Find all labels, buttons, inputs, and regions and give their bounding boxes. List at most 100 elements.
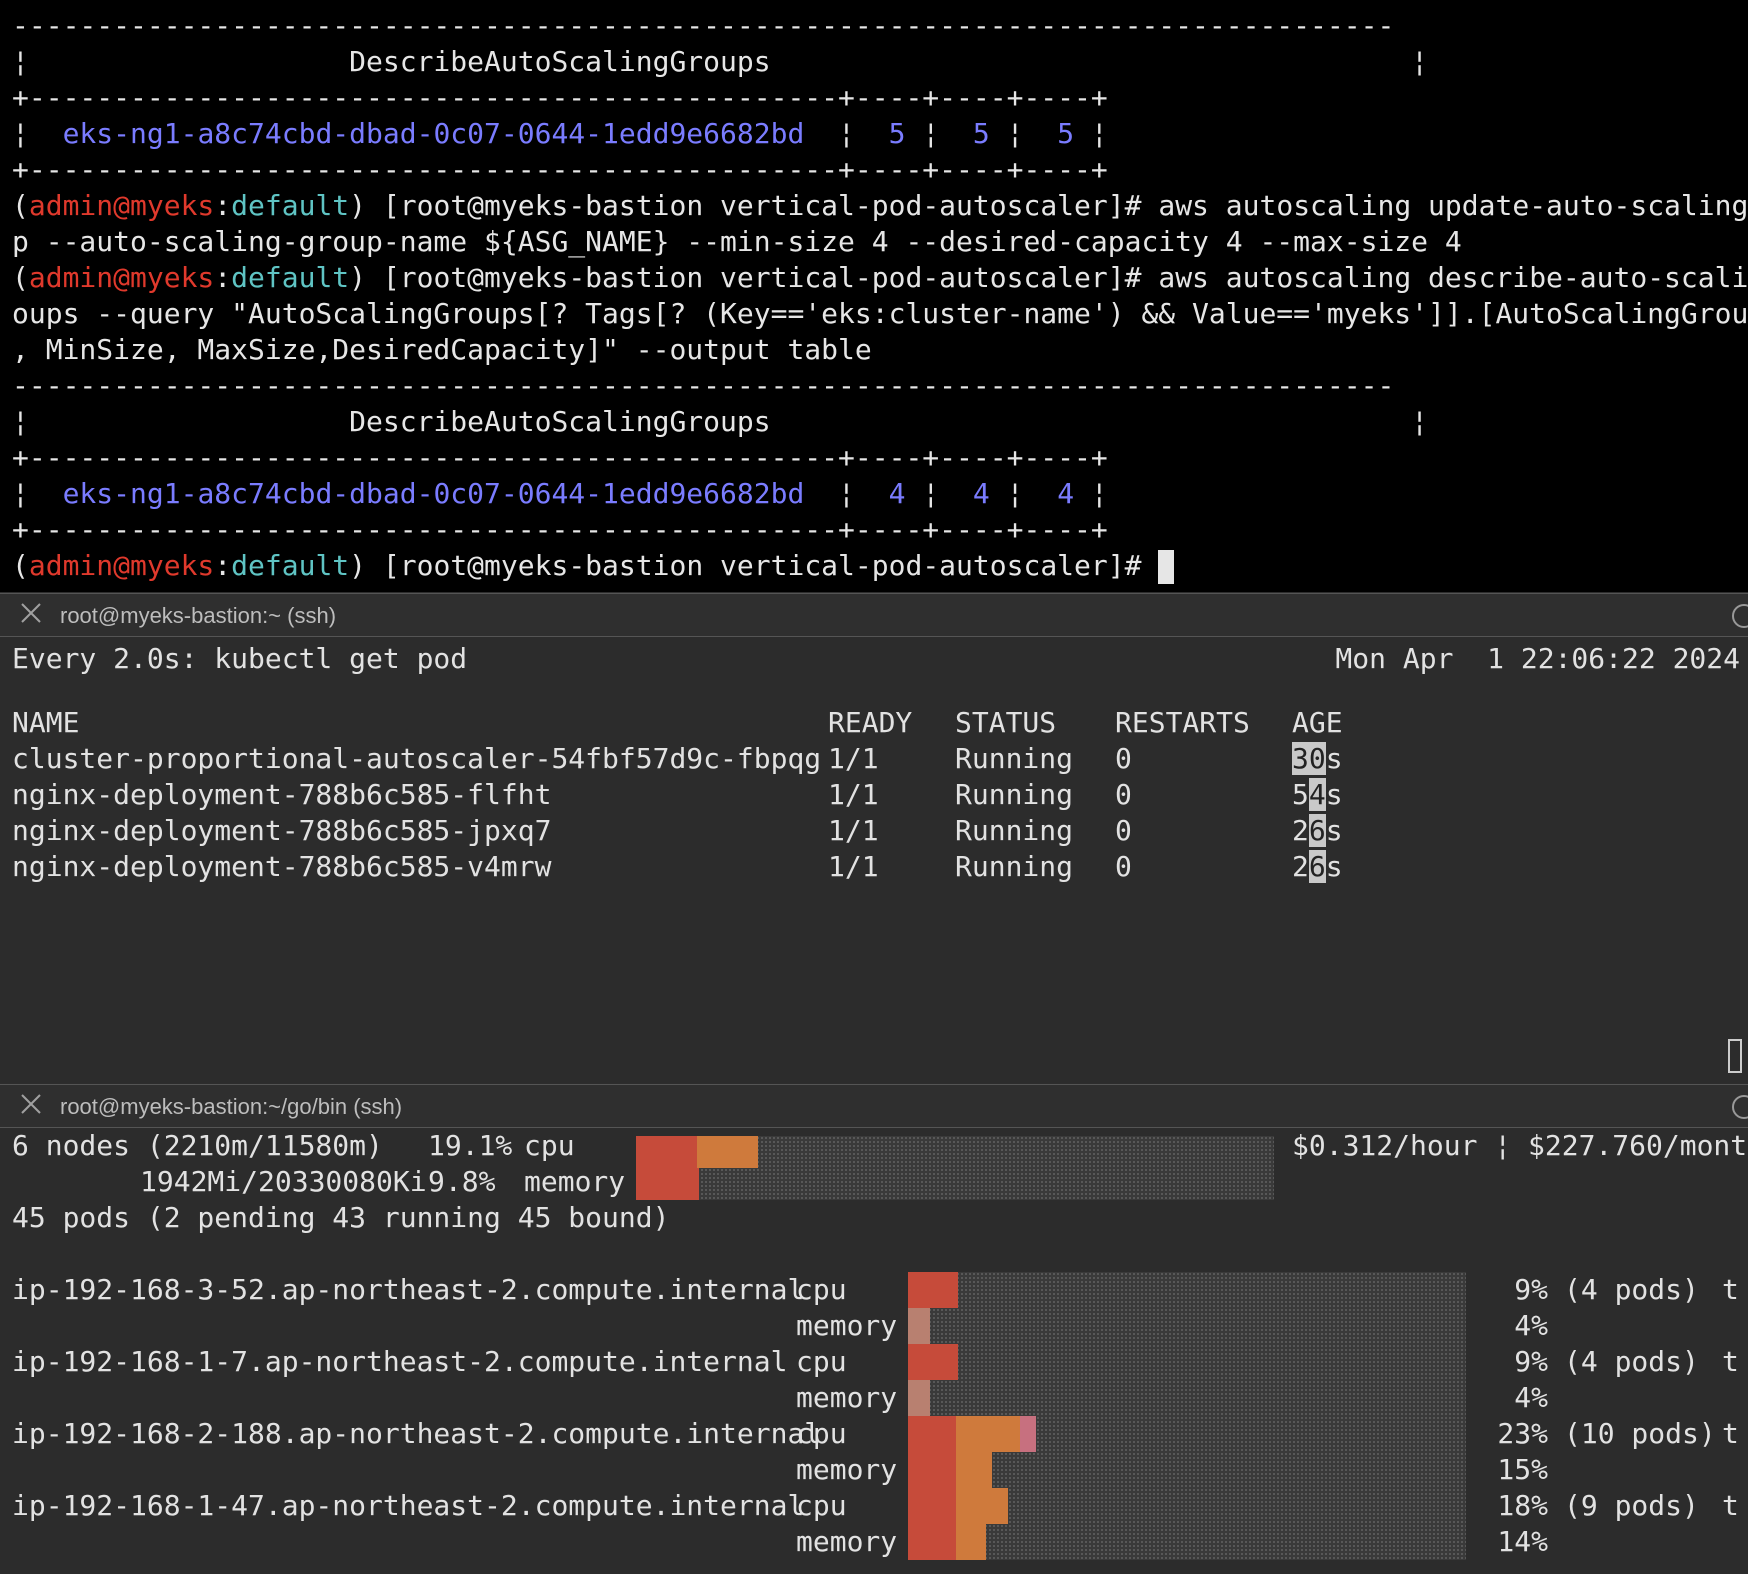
prompt-colon: :: [214, 261, 232, 294]
pod-ready: 1/1: [828, 850, 879, 883]
prompt-line: (admin@myeks:default) [root@myeks-bastio…: [12, 188, 1748, 224]
terminal-line: ¦ DescribeAutoScalingGroups ¦: [12, 45, 1429, 78]
table-border: ¦: [1074, 477, 1108, 510]
node-memory-label: memory: [796, 1381, 898, 1414]
terminal-line: oups --query "AutoScalingGroups[? Tags[?…: [12, 297, 1748, 330]
pod-status: Running: [955, 850, 1074, 883]
prompt-line: (admin@myeks:default) [root@myeks-bastio…: [12, 548, 1175, 584]
table-border: ¦: [1074, 117, 1108, 150]
column-header-restarts: RESTARTS: [1115, 706, 1250, 739]
table-border: ¦: [12, 117, 63, 150]
terminal-line: +---------------------------------------…: [12, 81, 1108, 114]
summary-mem-pct: 9.8%: [428, 1165, 496, 1198]
summary-nodes: 6 nodes (2210m/11580m): [12, 1129, 383, 1162]
prompt-paren: ): [349, 261, 367, 294]
node-trailing-text: t: [1722, 1417, 1739, 1450]
memory-usage-fill: [908, 1308, 930, 1344]
column-header-age: AGE: [1292, 706, 1343, 739]
pod-age: 54s: [1292, 777, 1343, 813]
memory-usage-fill: [908, 1452, 956, 1488]
pod-age: 26s: [1292, 849, 1343, 885]
table-border: ¦: [804, 477, 889, 510]
node-cpu-label: cpu: [796, 1417, 847, 1450]
pod-status: Running: [955, 814, 1074, 847]
desired-capacity: 4: [1057, 477, 1075, 510]
min-size: 4: [888, 477, 906, 510]
command-text: [root@myeks-bastion vertical-pod-autosca…: [366, 189, 1748, 222]
asg-name: eks-ng1-a8c74cbd-dbad-0c07-0644-1edd9e66…: [62, 117, 805, 150]
node-cpu-pct: 23%: [1497, 1417, 1548, 1450]
watch-pane[interactable]: Every 2.0s: kubectl get pod Mon Apr 1 22…: [0, 637, 1748, 1083]
pod-ready: 1/1: [828, 778, 879, 811]
prompt-paren: (: [12, 261, 29, 294]
node-memory-pct: 14%: [1497, 1525, 1548, 1558]
summary-mem-amount: 1942Mi/20330080Ki: [140, 1165, 427, 1198]
prompt-user: admin@myeks: [28, 261, 215, 294]
cpu-usage-fill: [908, 1488, 956, 1524]
pods-summary: 45 pods (2 pending 43 running 45 bound): [12, 1201, 670, 1234]
pod-restarts: 0: [1115, 742, 1132, 775]
scroll-indicator[interactable]: [1728, 1039, 1742, 1073]
table-border: ¦: [989, 117, 1058, 150]
watch-timestamp: Mon Apr 1 22:06:22 2024: [1335, 642, 1740, 675]
top-terminal-pane[interactable]: ----------------------------------------…: [0, 0, 1748, 592]
pod-name: nginx-deployment-788b6c585-jpxq7: [12, 814, 552, 847]
node-memory-pct: 4%: [1514, 1309, 1548, 1342]
node-pod-count: (4 pods): [1564, 1273, 1699, 1306]
terminal-line: , MinSize, MaxSize,DesiredCapacity]" --o…: [12, 333, 872, 366]
age-digit: 2: [1292, 850, 1309, 883]
node-cpu-pct: 9%: [1514, 1345, 1548, 1378]
max-size: 4: [972, 477, 990, 510]
pod-name: cluster-proportional-autoscaler-54fbf57d…: [12, 742, 822, 775]
prompt-namespace: default: [231, 189, 350, 222]
node-cpu-bar: [908, 1344, 1466, 1380]
cpu-usage-fill: [956, 1416, 1020, 1452]
summary-cpu-pct: 19.1%: [428, 1129, 513, 1162]
column-header-name: NAME: [12, 706, 80, 739]
eks-node-viewer-pane[interactable]: 6 nodes (2210m/11580m) 19.1% cpu $0.312/…: [0, 1128, 1748, 1574]
node-cpu-bar: [908, 1416, 1466, 1452]
tab-root-bastion[interactable]: root@myeks-bastion:~ (ssh): [0, 593, 1748, 637]
age-unit: s: [1325, 814, 1343, 847]
prompt-paren: ): [349, 189, 367, 222]
node-trailing-text: t: [1722, 1345, 1739, 1378]
summary-mem-bar: [636, 1168, 1274, 1200]
table-border: ¦: [989, 477, 1058, 510]
mem-bar-fill: [636, 1168, 699, 1200]
cpu-usage-fill: [956, 1488, 1008, 1524]
node-cpu-label: cpu: [796, 1345, 847, 1378]
column-header-ready: READY: [828, 706, 913, 739]
summary-cpu-bar: [636, 1136, 1274, 1168]
asg-table-row: ¦ eks-ng1-a8c74cbd-dbad-0c07-0644-1edd9e…: [12, 116, 1108, 152]
terminal-line: ----------------------------------------…: [12, 9, 1395, 42]
prompt-user: admin@myeks: [28, 549, 215, 582]
pod-age: 30s: [1292, 741, 1343, 777]
memory-usage-fill: [956, 1524, 986, 1560]
pod-name: nginx-deployment-788b6c585-flfht: [12, 778, 552, 811]
node-cpu-bar: [908, 1488, 1466, 1524]
tab-root-bastion-go-bin[interactable]: root@myeks-bastion:~/go/bin (ssh): [0, 1084, 1748, 1128]
pod-name: nginx-deployment-788b6c585-v4mrw: [12, 850, 552, 883]
table-border: ¦: [12, 477, 63, 510]
pod-ready: 1/1: [828, 742, 879, 775]
age-digit: 5: [1292, 778, 1309, 811]
prompt-colon: :: [214, 189, 232, 222]
cpu-bar-fill-b: [697, 1136, 758, 1168]
node-name: ip-192-168-1-47.ap-northeast-2.compute.i…: [12, 1489, 805, 1522]
close-icon[interactable]: [18, 1091, 44, 1117]
desired-capacity: 5: [1057, 117, 1075, 150]
terminal-cursor[interactable]: [1158, 550, 1175, 584]
summary-mem-label: memory: [524, 1165, 626, 1198]
age-unit: s: [1325, 850, 1343, 883]
cost-label: $0.312/hour ¦ $227.760/month: [1292, 1129, 1748, 1162]
prompt-namespace: default: [231, 549, 350, 582]
node-memory-pct: 4%: [1514, 1381, 1548, 1414]
node-name: ip-192-168-1-7.ap-northeast-2.compute.in…: [12, 1345, 788, 1378]
age-highlight: 6: [1308, 850, 1326, 883]
min-size: 5: [888, 117, 906, 150]
terminal-line: p --auto-scaling-group-name ${ASG_NAME} …: [12, 225, 1462, 258]
table-border: ¦: [905, 117, 973, 150]
close-icon[interactable]: [18, 600, 44, 626]
node-trailing-text: t: [1722, 1273, 1739, 1306]
node-pod-count: (10 pods): [1564, 1417, 1716, 1450]
